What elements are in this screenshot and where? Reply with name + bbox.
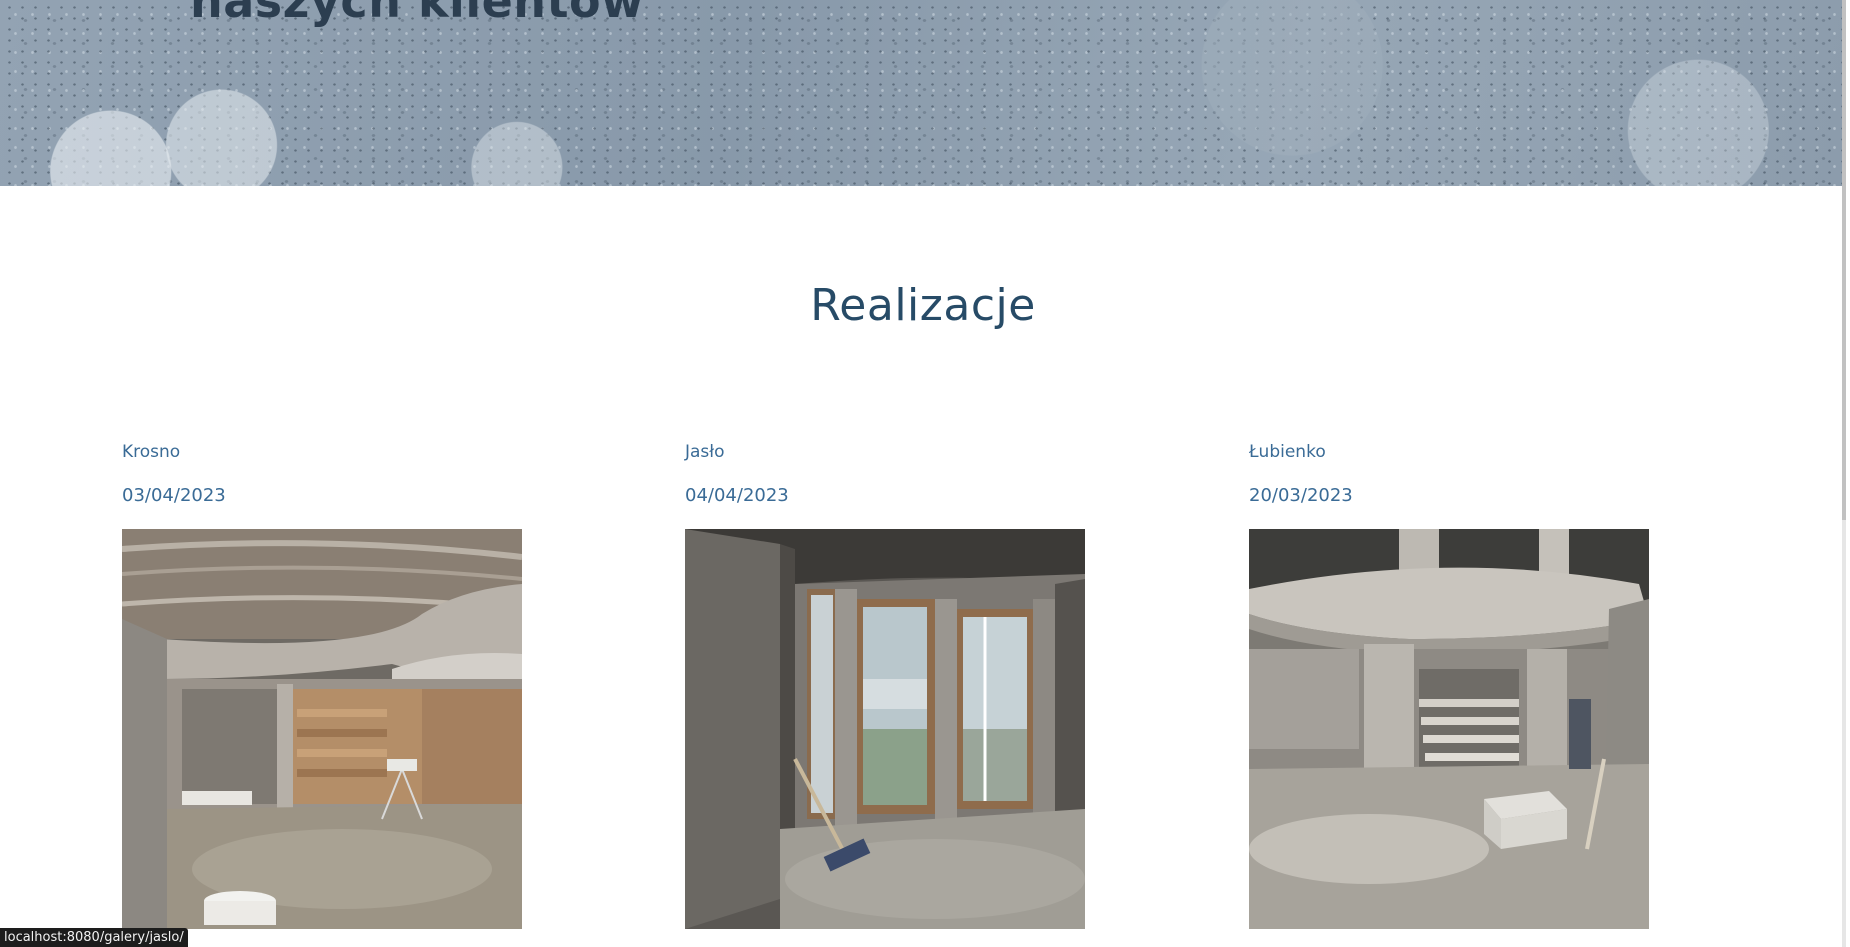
page: naszych klientów Realizacje Krosno 03/04… <box>0 0 1846 947</box>
gallery-card-name[interactable]: Jasło <box>685 440 725 464</box>
gallery-photo-krosno[interactable] <box>122 529 522 929</box>
gallery-card-date: 04/04/2023 <box>685 485 789 506</box>
photo-interior-windows <box>685 529 1085 929</box>
gallery-photo-jaslo[interactable] <box>685 529 1085 929</box>
photo-interior-room <box>122 529 522 929</box>
photo-interior-staircase <box>1249 529 1649 929</box>
scrollbar-thumb[interactable] <box>1842 0 1846 520</box>
hero-banner: naszych klientów <box>0 0 1846 186</box>
gallery-card-name[interactable]: Łubienko <box>1249 440 1326 464</box>
gallery-card-date: 20/03/2023 <box>1249 485 1353 506</box>
section-title: Realizacje <box>810 280 1036 331</box>
gallery-card-name[interactable]: Krosno <box>122 440 180 464</box>
page-scrollbar[interactable] <box>1842 0 1846 947</box>
gallery-card-date: 03/04/2023 <box>122 485 226 506</box>
gallery-photo-lubienko[interactable] <box>1249 529 1649 929</box>
hero-title: naszych klientów <box>190 0 645 28</box>
status-bar-link-url: localhost:8080/galery/jaslo/ <box>0 928 188 947</box>
